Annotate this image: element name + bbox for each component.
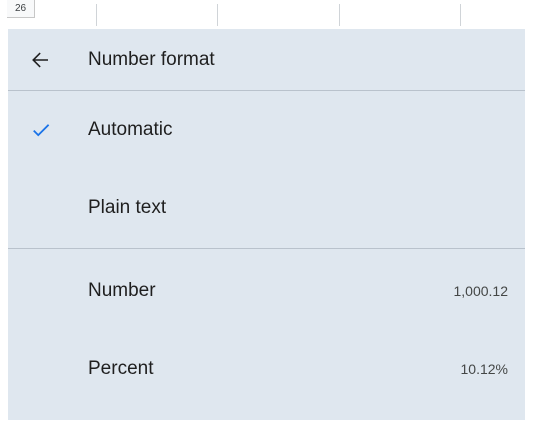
menu-title: Number format — [88, 49, 215, 70]
format-example: 1,000.12 — [453, 283, 509, 299]
format-example: 10.12% — [460, 361, 508, 377]
menu-item-label: Automatic — [88, 119, 173, 140]
arrow-left-icon[interactable] — [28, 48, 52, 72]
menu-item-percent[interactable]: Percent 10.12% — [8, 330, 525, 408]
column-divider — [339, 4, 340, 26]
column-divider — [460, 4, 461, 26]
menu-header: Number format — [8, 29, 525, 91]
menu-item-automatic[interactable]: Automatic — [8, 91, 525, 169]
number-format-menu: Number format Automatic Plain text Numbe… — [8, 29, 525, 420]
checkmark-icon — [30, 119, 52, 141]
menu-item-label: Number — [88, 280, 156, 301]
column-divider — [96, 4, 97, 26]
row-number[interactable]: 26 — [7, 0, 35, 18]
menu-item-plain-text[interactable]: Plain text — [8, 169, 525, 247]
menu-item-label: Percent — [88, 358, 154, 379]
menu-item-label: Plain text — [88, 197, 167, 218]
column-divider — [217, 4, 218, 26]
spreadsheet-grid-strip: 26 — [0, 0, 533, 29]
menu-item-number[interactable]: Number 1,000.12 — [8, 252, 525, 330]
menu-divider — [8, 248, 525, 249]
